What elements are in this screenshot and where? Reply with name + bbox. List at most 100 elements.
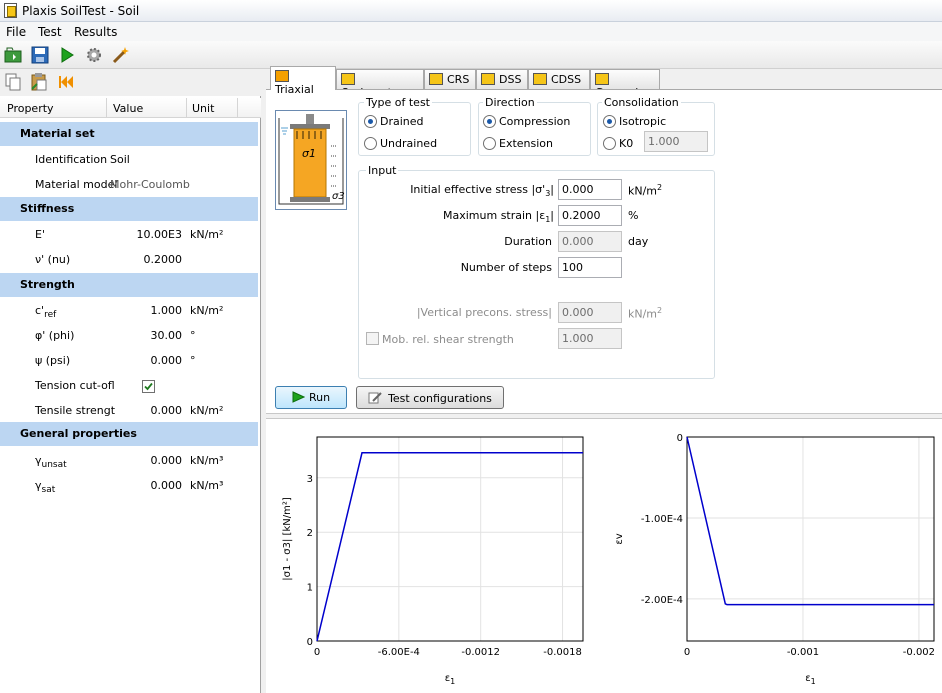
prop-value[interactable]: 0.000 bbox=[151, 404, 183, 417]
run-button[interactable]: Run bbox=[275, 386, 347, 409]
prop-phi[interactable]: φ' (phi) 30.00 ° bbox=[0, 323, 258, 348]
app-icon bbox=[4, 3, 17, 18]
prop-value[interactable]: 30.00 bbox=[151, 329, 183, 342]
duration-unit: day bbox=[628, 235, 649, 248]
max-strain-input[interactable]: 0.2000 bbox=[558, 205, 622, 226]
prop-label: c'ref bbox=[35, 304, 57, 321]
k0-radio[interactable] bbox=[603, 137, 616, 150]
prop-label: φ' (phi) bbox=[35, 329, 75, 342]
tab-general[interactable]: General bbox=[590, 69, 660, 99]
tab-dss[interactable]: DSS bbox=[476, 69, 528, 89]
initial-stress-unit: kN/m2 bbox=[628, 183, 663, 198]
isotropic-label[interactable]: Isotropic bbox=[619, 115, 666, 128]
prop-nu[interactable]: ν' (nu) 0.2000 bbox=[0, 247, 258, 272]
prop-label: γunsat bbox=[35, 454, 67, 471]
drained-radio[interactable] bbox=[364, 115, 377, 128]
test-configurations-button[interactable]: Test configurations bbox=[356, 386, 504, 409]
header-unit[interactable]: Unit bbox=[192, 102, 214, 115]
max-strain-label: Maximum strain |ε1| bbox=[443, 209, 554, 225]
mob-shear-input[interactable]: 1.000 bbox=[558, 328, 622, 349]
run-icon bbox=[292, 391, 306, 403]
initial-stress-label: Initial effective stress |σ'3| bbox=[410, 183, 554, 199]
prop-value[interactable]: 1.000 bbox=[151, 304, 183, 317]
steps-input[interactable]: 100 bbox=[558, 257, 622, 278]
sigma1-label: σ1 bbox=[302, 147, 316, 160]
type-of-test-title: Type of test bbox=[364, 96, 432, 109]
section-general-properties[interactable]: General properties bbox=[0, 422, 258, 446]
header-property[interactable]: Property bbox=[7, 102, 54, 115]
undrained-radio[interactable] bbox=[364, 137, 377, 150]
tension-cutoff-checkbox[interactable] bbox=[142, 380, 155, 393]
general-icon bbox=[595, 73, 609, 85]
x-tick-label: -0.0012 bbox=[461, 647, 500, 658]
menu-file[interactable]: File bbox=[6, 25, 26, 39]
initial-stress-input[interactable]: 0.000 bbox=[558, 179, 622, 200]
k0-input[interactable]: 1.000 bbox=[644, 131, 708, 152]
main-toolbar bbox=[0, 41, 942, 69]
menu-test[interactable]: Test bbox=[38, 25, 62, 39]
direction-title: Direction bbox=[483, 96, 537, 109]
undrained-label[interactable]: Undrained bbox=[380, 137, 437, 150]
prop-psi[interactable]: ψ (psi) 0.000 ° bbox=[0, 348, 258, 373]
tab-cdss[interactable]: CDSS bbox=[528, 69, 590, 89]
paste-icon[interactable] bbox=[29, 72, 49, 92]
tab-crs[interactable]: CRS bbox=[424, 69, 476, 89]
duration-input[interactable]: 0.000 bbox=[558, 231, 622, 252]
open-icon[interactable] bbox=[3, 45, 23, 65]
y-tick-label: -1.00E-4 bbox=[641, 514, 683, 525]
prop-E[interactable]: E' 10.00E3 kN/m² bbox=[0, 222, 258, 247]
tab-oedometer[interactable]: Oedometer bbox=[336, 69, 424, 99]
prop-unit: ° bbox=[190, 329, 196, 342]
prop-c-ref[interactable]: c'ref 1.000 kN/m² bbox=[0, 298, 258, 323]
prop-material-model[interactable]: Material model Mohr-Coulomb bbox=[0, 172, 258, 197]
extension-label[interactable]: Extension bbox=[499, 137, 553, 150]
steps-label: Number of steps bbox=[460, 261, 552, 274]
volumetric-strain-chart: 0 -0.001 -0.002 0 -1.00E-4 -2.00E-4 ε1 εv bbox=[614, 433, 935, 686]
rewind-icon[interactable] bbox=[56, 72, 76, 92]
save-icon[interactable] bbox=[30, 45, 50, 65]
prop-value[interactable]: 0.000 bbox=[151, 454, 183, 467]
input-group bbox=[358, 170, 715, 379]
drained-label[interactable]: Drained bbox=[380, 115, 424, 128]
run-icon[interactable] bbox=[57, 45, 77, 65]
prop-value[interactable]: Soil bbox=[110, 153, 130, 166]
stress-strain-chart: 0 -6.00E-4 -0.0012 -0.0018 0 1 2 3 ε1 |σ1 - σ3| [… bbox=[282, 436, 584, 686]
prop-tensile-strength[interactable]: Tensile strengt 0.000 kN/m² bbox=[0, 398, 258, 423]
precons-input[interactable]: 0.000 bbox=[558, 302, 622, 323]
isotropic-radio[interactable] bbox=[603, 115, 616, 128]
k0-label[interactable]: K0 bbox=[619, 137, 633, 150]
prop-label: ψ (psi) bbox=[35, 354, 71, 367]
section-material-set[interactable]: Material set bbox=[0, 122, 258, 146]
compression-label[interactable]: Compression bbox=[499, 115, 570, 128]
header-value[interactable]: Value bbox=[113, 102, 143, 115]
triaxial-panel: σ1 σ3 Type of test Drained Undrained Dir… bbox=[266, 89, 942, 693]
prop-value[interactable]: 0.2000 bbox=[144, 253, 183, 266]
x-tick-label: 0 bbox=[684, 647, 690, 658]
prop-value[interactable]: 0.000 bbox=[151, 354, 183, 367]
plot-area bbox=[316, 436, 584, 642]
prop-tension-cutoff[interactable]: Tension cut-ofl bbox=[0, 373, 258, 398]
section-stiffness[interactable]: Stiffness bbox=[0, 197, 258, 221]
extension-radio[interactable] bbox=[483, 137, 496, 150]
y-axis-label: εv bbox=[614, 533, 625, 544]
window-title: Plaxis SoilTest - Soil bbox=[22, 4, 140, 18]
prop-value[interactable]: Mohr-Coulomb bbox=[110, 178, 190, 191]
settings-icon[interactable] bbox=[84, 45, 104, 65]
oedometer-icon bbox=[341, 73, 355, 85]
mob-shear-checkbox[interactable] bbox=[366, 332, 379, 345]
prop-gamma-unsat[interactable]: γunsat 0.000 kN/m³ bbox=[0, 448, 258, 473]
tab-triaxial[interactable]: Triaxial bbox=[270, 66, 336, 96]
prop-value[interactable]: 0.000 bbox=[151, 479, 183, 492]
prop-identification[interactable]: Identification Soil bbox=[0, 147, 258, 172]
mob-shear-label: Mob. rel. shear strength bbox=[382, 333, 514, 346]
prop-gamma-sat[interactable]: γsat 0.000 kN/m³ bbox=[0, 473, 258, 498]
menu-results[interactable]: Results bbox=[74, 25, 117, 39]
wizard-icon[interactable] bbox=[111, 45, 131, 65]
copy-icon[interactable] bbox=[3, 72, 23, 92]
compression-radio[interactable] bbox=[483, 115, 496, 128]
properties-toolbar bbox=[0, 70, 261, 96]
section-strength[interactable]: Strength bbox=[0, 273, 258, 297]
prop-unit: kN/m² bbox=[190, 304, 224, 317]
prop-value[interactable]: 10.00E3 bbox=[137, 228, 182, 241]
input-title: Input bbox=[366, 164, 399, 177]
